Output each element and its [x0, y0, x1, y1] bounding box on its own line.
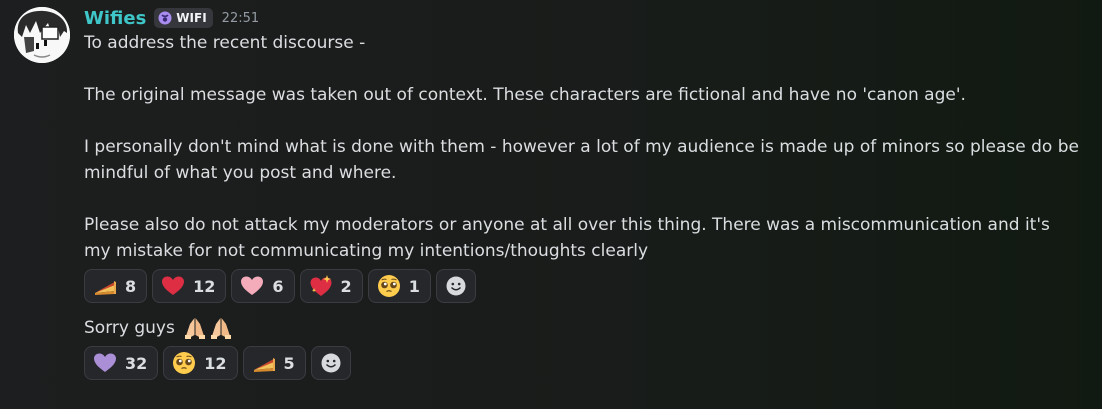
reaction-purple-heart[interactable]: 32 — [84, 346, 159, 380]
message-line: To address the recent discourse - — [84, 33, 366, 53]
pleading-face-emoji — [377, 275, 400, 297]
message-content: Wifies WIFI 22:51 To address the recent … — [84, 6, 1092, 380]
purple-heart-emoji — [94, 353, 116, 372]
avatar[interactable] — [14, 7, 70, 63]
timestamp[interactable]: 22:51 — [222, 11, 259, 26]
reaction-count: 5 — [283, 353, 295, 373]
reaction-pink-heart[interactable]: 6 — [231, 269, 295, 303]
red-heart-emoji — [162, 276, 185, 295]
message-body: To address the recent discourse - The or… — [84, 30, 1092, 264]
pie-slice-emoji — [95, 281, 116, 295]
add-reaction-smiley-icon — [321, 353, 341, 373]
reaction-count: 12 — [193, 276, 216, 296]
message-line: I personally don't mind what is done wit… — [84, 137, 1079, 157]
reaction-pie[interactable]: 5 — [242, 346, 306, 380]
folded-hands-emoji — [210, 318, 231, 339]
add-reaction-button[interactable] — [435, 269, 476, 303]
message-line: my mistake for not communicating my inte… — [84, 241, 649, 261]
followup-text: Sorry guys — [84, 318, 175, 338]
reaction-pie[interactable]: 8 — [84, 269, 148, 303]
reaction-sparkling-heart[interactable]: 2 — [299, 269, 363, 303]
message-line: Please also do not attack my moderators … — [84, 215, 1050, 235]
message-line — [84, 186, 1092, 212]
purple-moon-badge-icon — [158, 11, 172, 25]
server-tag[interactable]: WIFI — [154, 8, 213, 28]
reaction-pleading-face[interactable]: 1 — [367, 269, 431, 303]
reaction-count: 8 — [125, 276, 137, 296]
message-header: Wifies WIFI 22:51 — [84, 6, 1092, 30]
add-reaction-smiley-icon — [446, 276, 466, 296]
message-line: mindful of what you post and where. — [84, 163, 397, 183]
message-line — [84, 108, 1092, 134]
reaction-pleading-face[interactable]: 12 — [163, 346, 238, 380]
message-line — [84, 56, 1092, 82]
message-line: The original message was taken out of co… — [84, 85, 966, 105]
add-reaction-button[interactable] — [310, 346, 351, 380]
folded-hands-emoji — [184, 318, 205, 339]
reaction-red-heart[interactable]: 12 — [152, 269, 227, 303]
username[interactable]: Wifies — [84, 8, 146, 29]
sparkling-heart-emoji — [310, 275, 332, 296]
chat-message: Wifies WIFI 22:51 To address the recent … — [0, 0, 1102, 409]
pink-heart-emoji — [241, 276, 264, 295]
reaction-count: 32 — [125, 353, 148, 373]
reaction-count: 2 — [340, 276, 352, 296]
reaction-count: 12 — [204, 353, 227, 373]
pie-slice-emoji — [253, 358, 275, 372]
pleading-face-emoji — [173, 352, 196, 374]
reaction-count: 6 — [272, 276, 284, 296]
followup-reaction-bar: 32 12 5 — [84, 346, 1092, 380]
followup-message: Sorry guys — [84, 315, 1092, 341]
followup-emojis — [183, 316, 233, 340]
reaction-count: 1 — [408, 276, 420, 296]
server-tag-label: WIFI — [176, 11, 207, 25]
reaction-bar: 8 12 6 2 1 — [84, 269, 1092, 303]
